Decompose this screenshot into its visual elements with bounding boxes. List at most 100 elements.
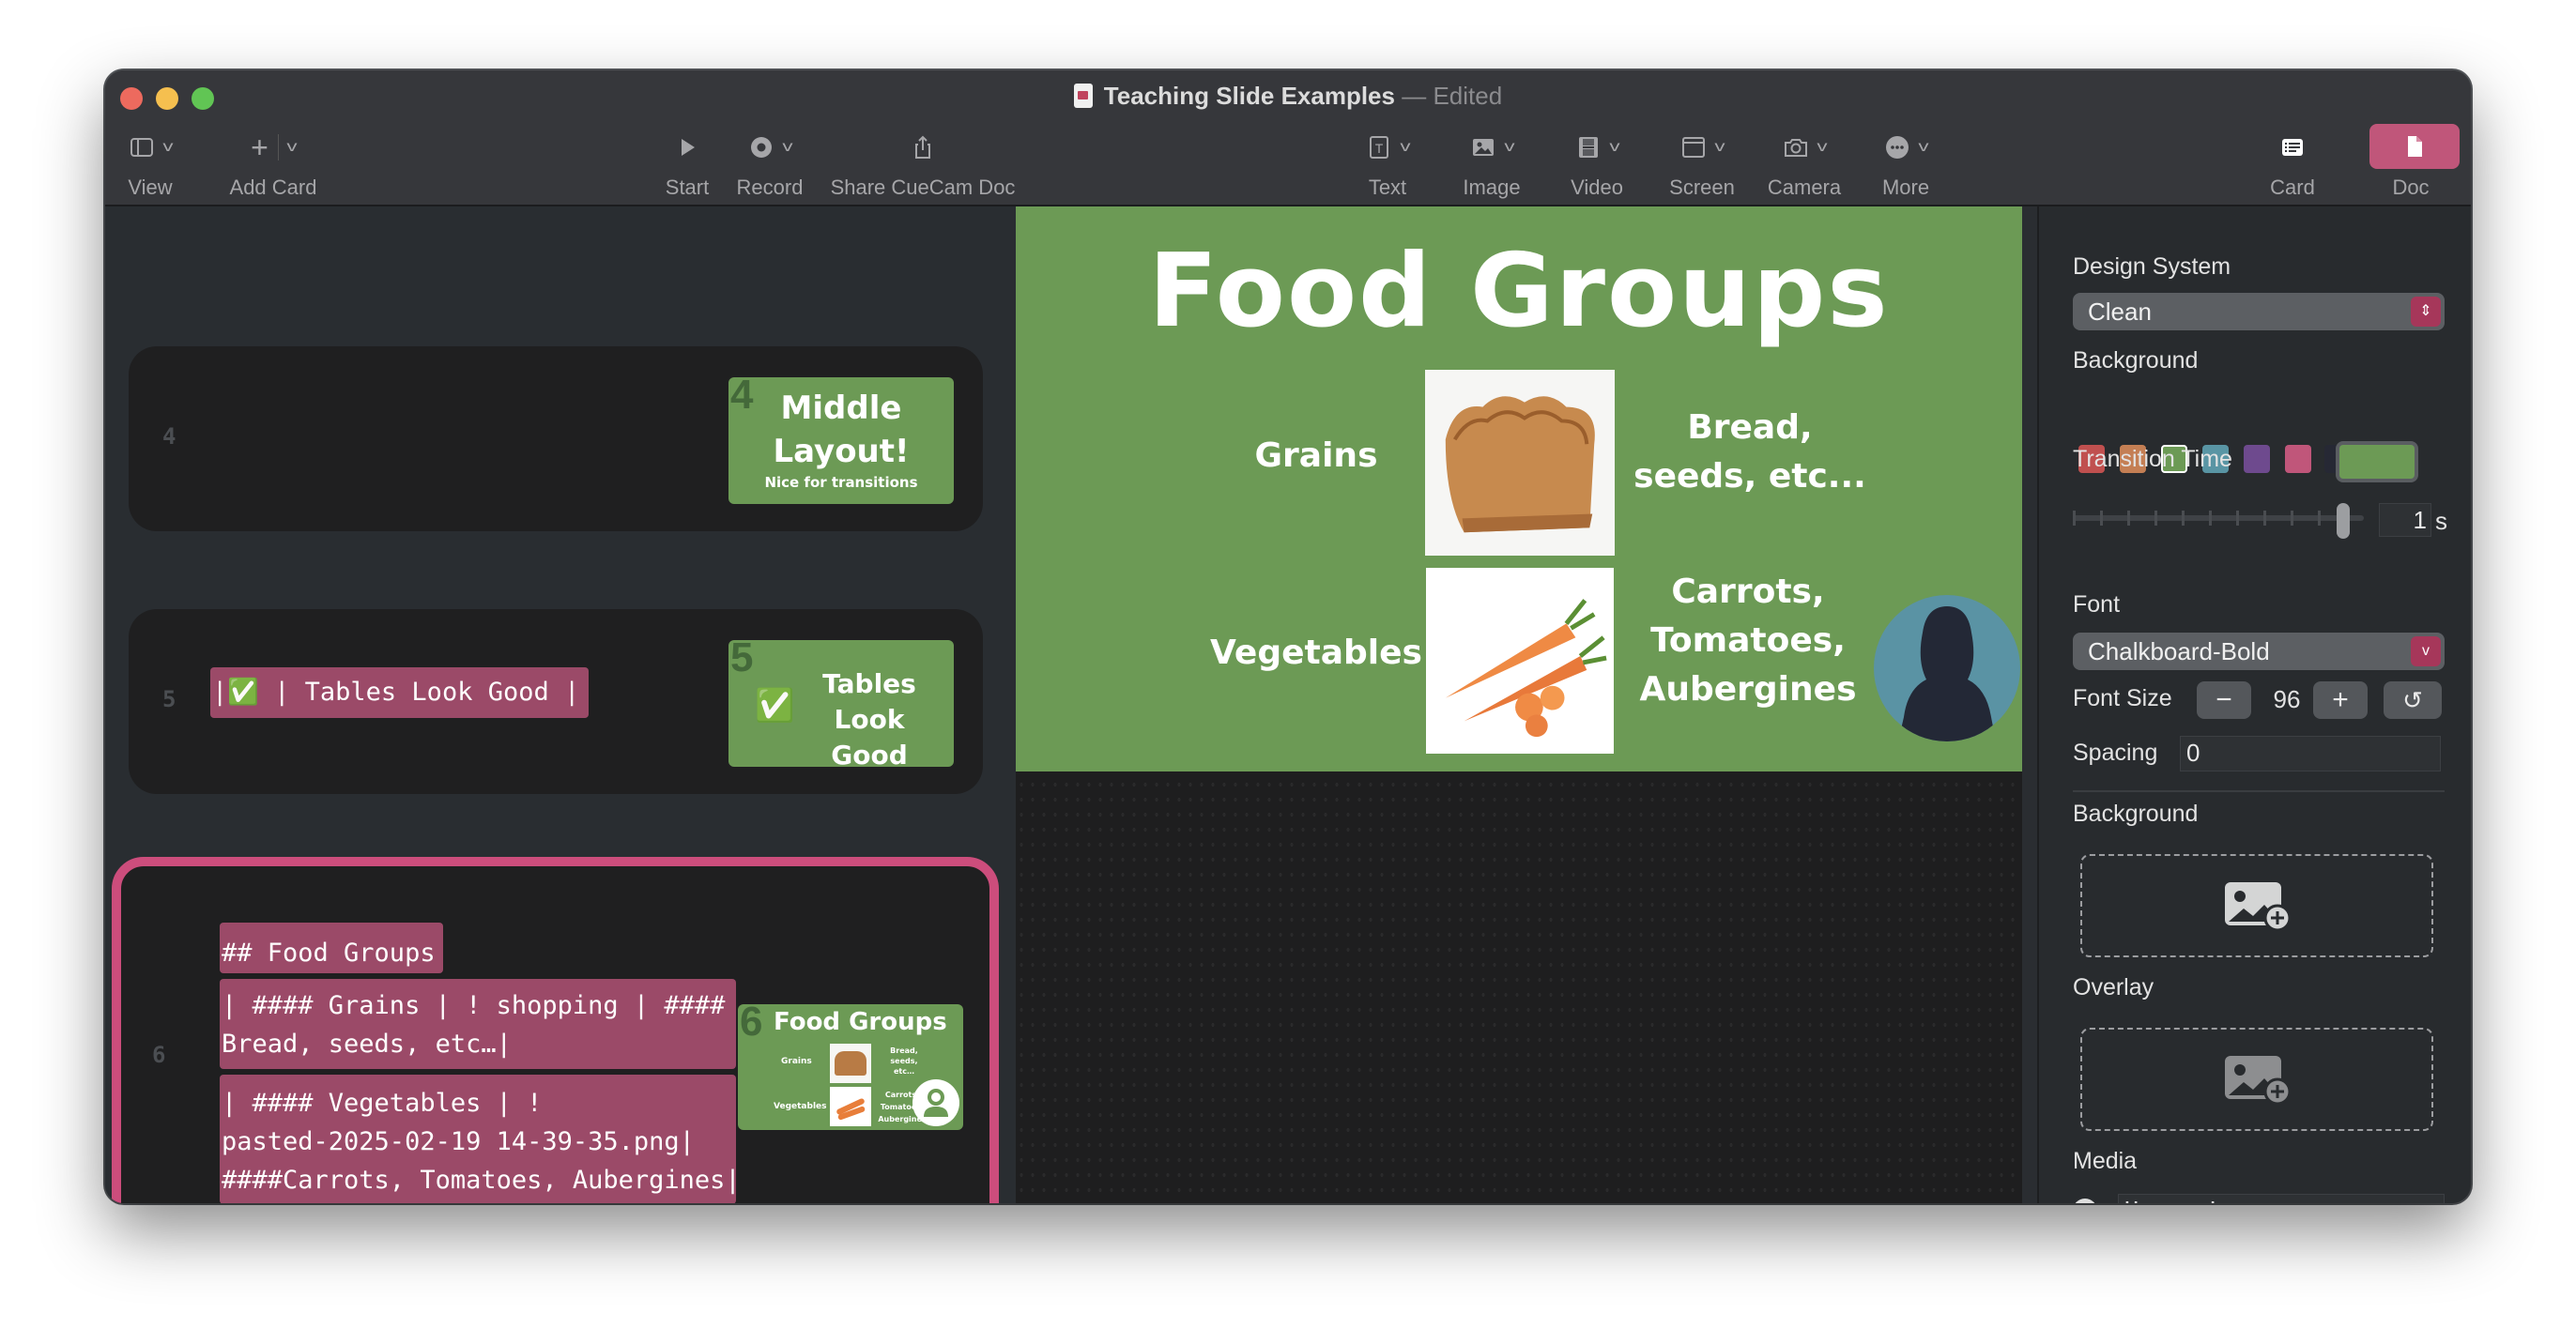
record-label: Record	[736, 176, 804, 199]
markdown-line[interactable]: ## Food Groups	[220, 923, 443, 973]
plus-icon: +	[251, 130, 268, 164]
carrots-image	[1426, 568, 1614, 754]
thumbnail-number: 6	[740, 1004, 763, 1045]
card-thumbnail[interactable]: 4 Middle Layout! Nice for transitions	[728, 377, 954, 504]
markdown-line[interactable]: | #### Grains | ! shopping | #### Bread,…	[220, 979, 736, 1069]
overlay-image-dropzone[interactable]	[2080, 1028, 2433, 1131]
text-icon: T	[1370, 136, 1388, 159]
markdown-line[interactable]: | #### Vegetables | ! pasted-2025-02-19 …	[220, 1075, 741, 1203]
spacing-field[interactable]: 0	[2180, 736, 2441, 771]
card-number: 5	[162, 686, 176, 712]
media-label: Media	[2073, 1148, 2138, 1174]
reset-font-size-button[interactable]: ↺	[2384, 681, 2442, 719]
slider-tick	[2318, 511, 2321, 526]
card-4[interactable]: 4 4 Middle Layout! Nice for transitions	[129, 346, 983, 531]
chevron-down-icon: v	[782, 139, 793, 155]
carrots-image	[830, 1087, 871, 1126]
color-well[interactable]	[2336, 441, 2418, 482]
image-button[interactable]: v Image	[1449, 129, 1534, 200]
spacing-label: Spacing	[2073, 740, 2158, 766]
card-6-selected[interactable]: 6 ## Food Groups | #### Grains | ! shopp…	[112, 857, 999, 1203]
slide-title: Food Groups	[1148, 233, 1890, 350]
more-label: More	[1881, 176, 1930, 199]
slider-tick	[2100, 511, 2103, 526]
card-thumbnail[interactable]: 5 ✅ Tables Look Good	[728, 640, 954, 767]
background-image-dropzone[interactable]	[2080, 854, 2433, 957]
text-button[interactable]: Tv Text	[1350, 129, 1425, 200]
doc-label: Doc	[2392, 176, 2430, 199]
window-title: Teaching Slide Examples — Edited	[105, 82, 2471, 111]
overlay-label: Overlay	[2073, 974, 2154, 1000]
card-thumbnail[interactable]: 6 Food Groups Grains Bread, seeds, etc… …	[738, 1004, 963, 1130]
magnifier-icon[interactable]: ⌕	[2073, 1199, 2097, 1203]
chevron-down-icon: v	[162, 139, 174, 155]
app-window: Teaching Slide Examples — Edited v View …	[105, 70, 2471, 1203]
transition-unit: s	[2435, 507, 2447, 535]
chevron-down-icon: v	[1504, 139, 1515, 155]
design-system-label: Design System	[2073, 253, 2231, 280]
photo-icon	[1473, 139, 1494, 156]
markdown-line[interactable]: |✅ | Tables Look Good |	[210, 667, 590, 718]
share-button[interactable]: Share CueCam Doc	[824, 129, 1021, 200]
chevron-down-icon: v	[1918, 139, 1929, 155]
slide-row-label: Vegetables	[1210, 634, 1422, 672]
share-icon	[915, 135, 930, 159]
titlebar: Teaching Slide Examples — Edited v View …	[105, 70, 2471, 206]
camera-label: Camera	[1767, 176, 1842, 199]
font-select[interactable]: Chalkboard-Bold v	[2073, 633, 2445, 670]
more-button[interactable]: v More	[1866, 129, 1945, 200]
film-icon	[1579, 137, 1598, 158]
document-icon	[1073, 84, 1093, 108]
transition-time-label: Transition Time	[2073, 446, 2232, 472]
camera-button[interactable]: v Camera	[1757, 129, 1851, 200]
swatch-pink[interactable]	[2285, 445, 2311, 473]
design-system-select[interactable]: Clean ⇕	[2073, 293, 2445, 330]
record-button[interactable]: v Record	[725, 129, 815, 200]
screen-button[interactable]: v Screen	[1660, 129, 1744, 200]
slide-preview-area: Food Groups Grains Bread, seeds, etc... …	[1016, 206, 2022, 1203]
swatch-purple[interactable]	[2244, 445, 2270, 473]
person-silhouette-icon	[1898, 606, 1996, 741]
card-number: 6	[152, 1042, 166, 1068]
thumbnail-title-line: Layout!	[773, 433, 910, 470]
card-number: 4	[162, 423, 176, 450]
increase-font-size-button[interactable]: +	[2313, 681, 2368, 719]
start-button[interactable]: Start	[650, 129, 725, 200]
add-card-button[interactable]: + v Add Card	[222, 129, 325, 200]
view-label: View	[128, 176, 173, 199]
media-item[interactable]: ⌕ Human-Lung.png	[2073, 1194, 2445, 1203]
bread-image	[1425, 370, 1615, 556]
view-button[interactable]: v View	[113, 129, 188, 200]
list-icon	[2282, 139, 2303, 156]
slider-knob[interactable]	[2336, 503, 2350, 539]
window-icon	[1682, 137, 1705, 158]
video-button[interactable]: v Video	[1555, 129, 1639, 200]
thumbnail-number: 5	[730, 640, 754, 680]
thumbnail-text: Bread, seeds, etc…	[890, 1046, 918, 1076]
background-color-label: Background	[2073, 347, 2199, 374]
edited-status: Edited	[1433, 82, 1503, 110]
card-list-sidebar[interactable]: 4 4 Middle Layout! Nice for transitions …	[105, 206, 1016, 1203]
chevron-down-icon: v	[286, 139, 298, 155]
media-filename[interactable]: Human-Lung.png	[2118, 1194, 2445, 1203]
current-background-color	[2339, 445, 2415, 479]
screen-label: Screen	[1669, 176, 1735, 199]
transition-slider[interactable]	[2073, 503, 2364, 539]
add-photo-icon	[2225, 882, 2291, 931]
thumbnail-title: Food Groups	[774, 1008, 947, 1036]
chevron-down-icon: v	[1817, 139, 1828, 155]
carrots-illustration	[1445, 599, 1607, 738]
reset-icon: ↺	[2402, 685, 2423, 714]
transition-time-field[interactable]: 1	[2379, 503, 2431, 537]
slider-tick	[2263, 511, 2266, 526]
card-inspector-button[interactable]: Card	[2255, 129, 2330, 200]
ellipsis-circle-icon	[1886, 136, 1909, 159]
bread-illustration	[1445, 396, 1595, 533]
start-label: Start	[665, 176, 710, 199]
card-5[interactable]: 5 |✅ | Tables Look Good | 5 ✅ Tables Loo…	[129, 609, 983, 794]
slider-tick	[2154, 511, 2157, 526]
presenter-camera-circle	[1874, 595, 2020, 741]
decrease-font-size-button[interactable]: −	[2197, 681, 2251, 719]
slide-row-label: Grains	[1254, 436, 1378, 475]
slide-preview[interactable]: Food Groups Grains Bread, seeds, etc... …	[1016, 206, 2022, 771]
